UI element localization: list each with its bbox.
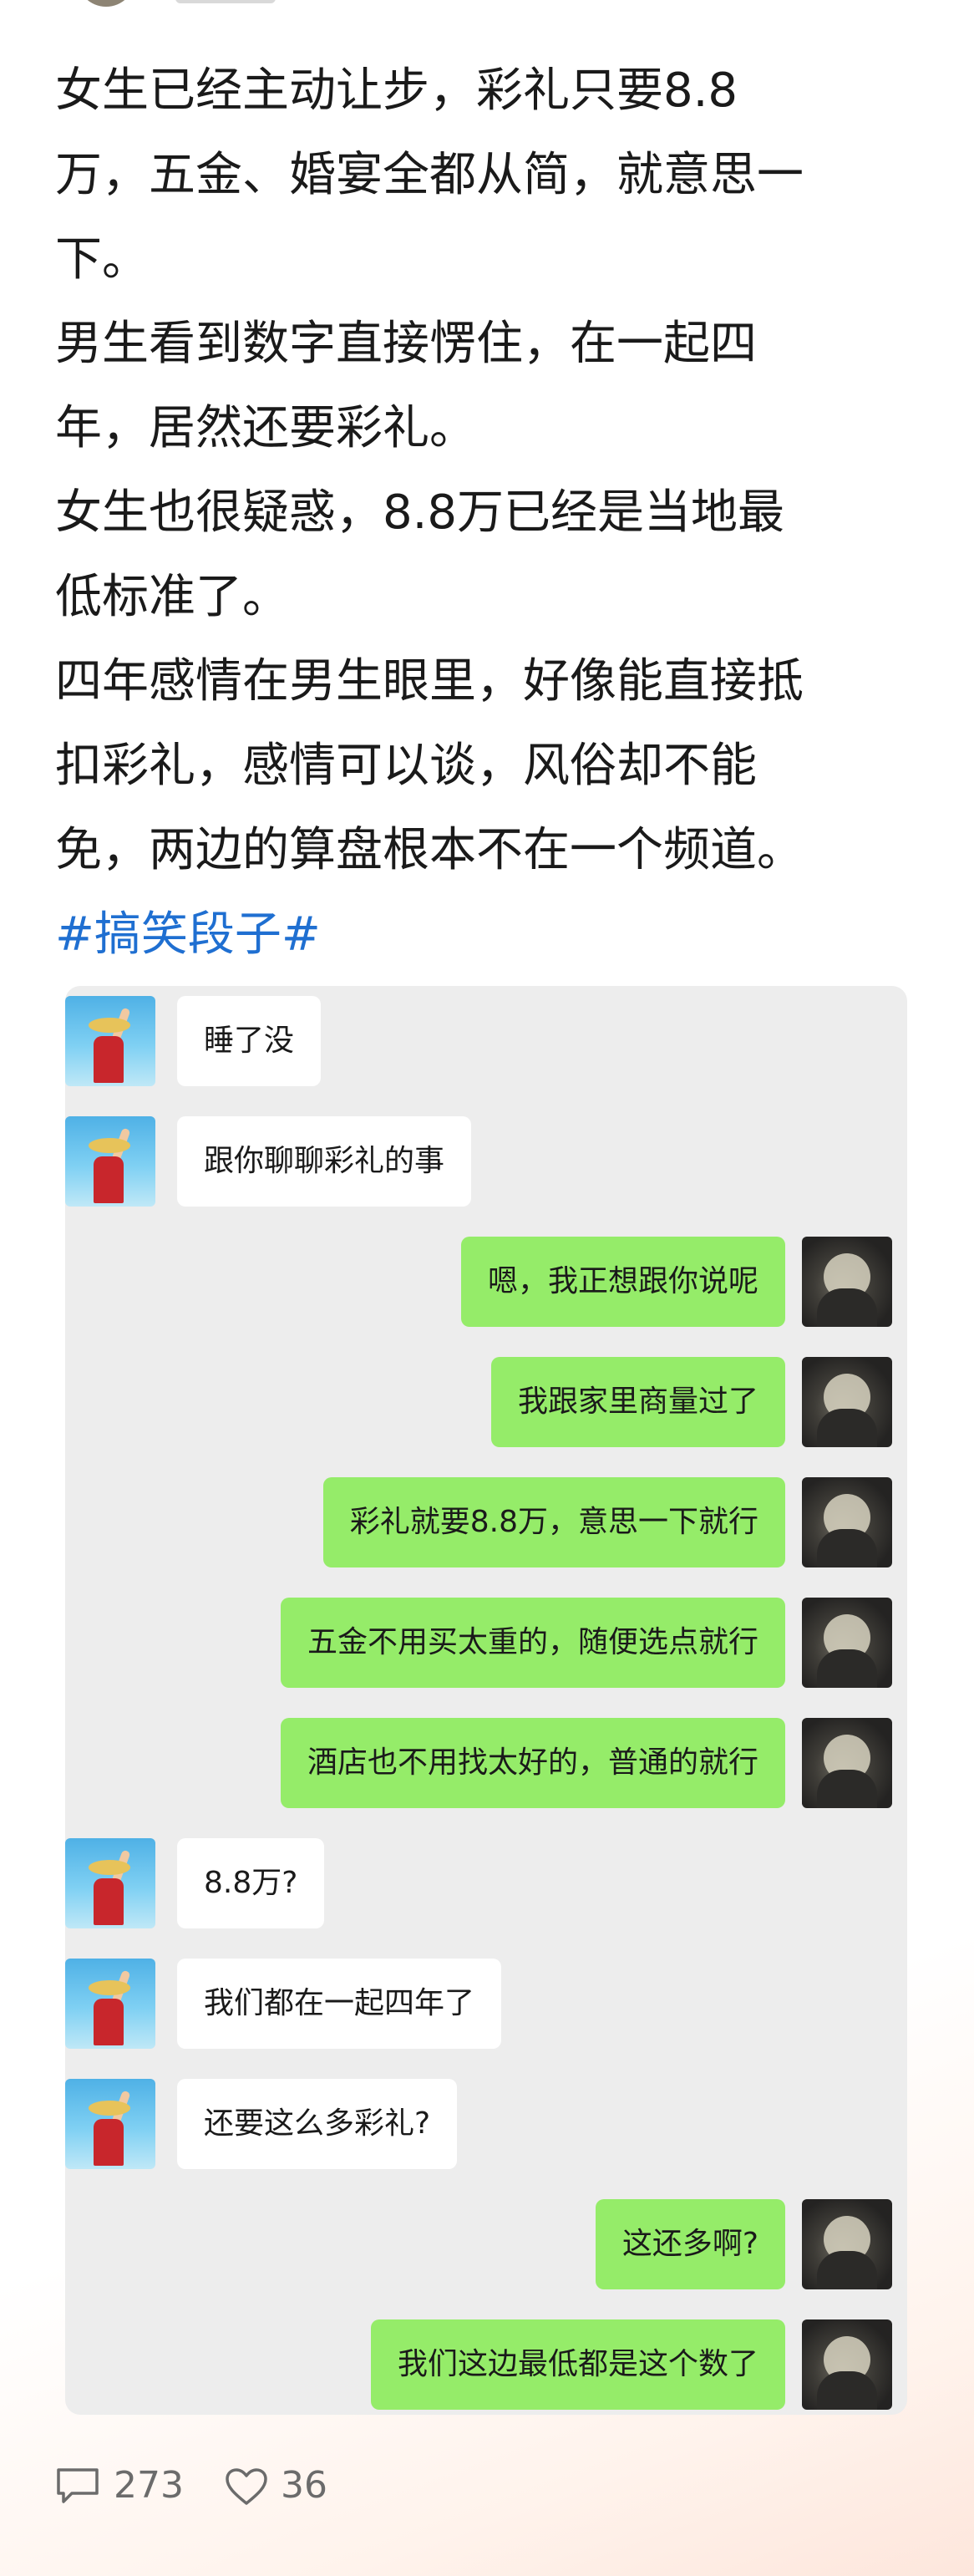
post-actions-bar: 273 36 xyxy=(55,2457,556,2515)
post-line: 男生看到数字直接愣住，在一起四 xyxy=(55,317,757,371)
chat-message-row: 睡了没 xyxy=(65,996,907,1086)
post-line: 年，居然还要彩礼。 xyxy=(55,401,476,455)
chat-message-row: 彩礼就要8.8万，意思一下就行 xyxy=(65,1477,907,1567)
self-avatar xyxy=(802,1718,892,1808)
other-avatar xyxy=(65,1959,155,2049)
chat-message-row: 这还多啊? xyxy=(65,2199,907,2289)
self-message-bubble: 酒店也不用找太好的，普通的就行 xyxy=(280,1718,785,1808)
self-avatar xyxy=(802,1357,892,1447)
chat-message-row: 嗯，我正想跟你说呢 xyxy=(65,1237,907,1327)
post-body: 女生已经主动让步，彩礼只要8.8 万，五金、婚宴全都从简，就意思一 下。 男生看… xyxy=(55,48,924,977)
other-avatar xyxy=(65,996,155,1086)
other-message-bubble: 睡了没 xyxy=(177,996,322,1086)
self-message-bubble: 我跟家里商量过了 xyxy=(490,1357,785,1447)
self-avatar xyxy=(802,1598,892,1688)
other-message-bubble: 跟你聊聊彩礼的事 xyxy=(177,1116,472,1207)
self-message-bubble: 我们这边最低都是这个数了 xyxy=(370,2319,785,2410)
self-avatar xyxy=(802,1477,892,1567)
post-line: 免，两边的算盘根本不在一个频道。 xyxy=(55,823,804,877)
post-line: 万，五金、婚宴全都从简，就意思一 xyxy=(55,148,804,202)
heart-icon[interactable] xyxy=(224,2467,269,2507)
self-message-bubble: 嗯，我正想跟你说呢 xyxy=(460,1237,785,1327)
chat-message-row: 跟你聊聊彩礼的事 xyxy=(65,1116,907,1207)
comment-icon[interactable] xyxy=(55,2467,100,2505)
other-avatar xyxy=(65,2079,155,2169)
other-message-bubble: 8.8万? xyxy=(177,1838,325,1928)
self-message-bubble: 五金不用买太重的，随便选点就行 xyxy=(280,1598,785,1688)
post-line: 四年感情在男生眼里，好像能直接抵 xyxy=(55,654,804,709)
like-count[interactable]: 36 xyxy=(281,2457,327,2515)
comment-count[interactable]: 273 xyxy=(114,2457,184,2515)
chat-message-row: 我跟家里商量过了 xyxy=(65,1357,907,1447)
chat-screenshot-image[interactable]: 睡了没 跟你聊聊彩礼的事 嗯，我正想跟你说呢 我跟家里商量过了 彩礼就要8.8万… xyxy=(65,986,907,2415)
post-line: 扣彩礼，感情可以谈，风俗却不能 xyxy=(55,739,757,793)
self-message-bubble: 彩礼就要8.8万，意思一下就行 xyxy=(322,1477,785,1567)
hashtag-link[interactable]: #搞笑段子# xyxy=(55,892,924,977)
chat-message-row: 还要这么多彩礼? xyxy=(65,2079,907,2169)
chat-message-row: 8.8万? xyxy=(65,1838,907,1928)
chat-message-row: 我们这边最低都是这个数了 xyxy=(65,2319,907,2410)
other-avatar xyxy=(65,1116,155,1207)
post-line: 女生已经主动让步，彩礼只要8.8 xyxy=(55,64,738,118)
chat-message-row: 酒店也不用找太好的，普通的就行 xyxy=(65,1718,907,1808)
self-message-bubble: 这还多啊? xyxy=(595,2199,785,2289)
post-line: 低标准了。 xyxy=(55,570,289,624)
other-message-bubble: 还要这么多彩礼? xyxy=(177,2079,458,2169)
chat-message-row: 五金不用买太重的，随便选点就行 xyxy=(65,1598,907,1688)
self-avatar xyxy=(802,2199,892,2289)
other-message-bubble: 我们都在一起四年了 xyxy=(177,1959,502,2049)
post-line: 下。 xyxy=(55,232,149,287)
self-avatar xyxy=(802,1237,892,1327)
post-line: 女生也很疑惑，8.8万已经是当地最 xyxy=(55,485,785,540)
chat-message-row: 我们都在一起四年了 xyxy=(65,1959,907,2049)
other-avatar xyxy=(65,1838,155,1928)
author-name-placeholder[interactable] xyxy=(175,0,276,3)
self-avatar xyxy=(802,2319,892,2410)
